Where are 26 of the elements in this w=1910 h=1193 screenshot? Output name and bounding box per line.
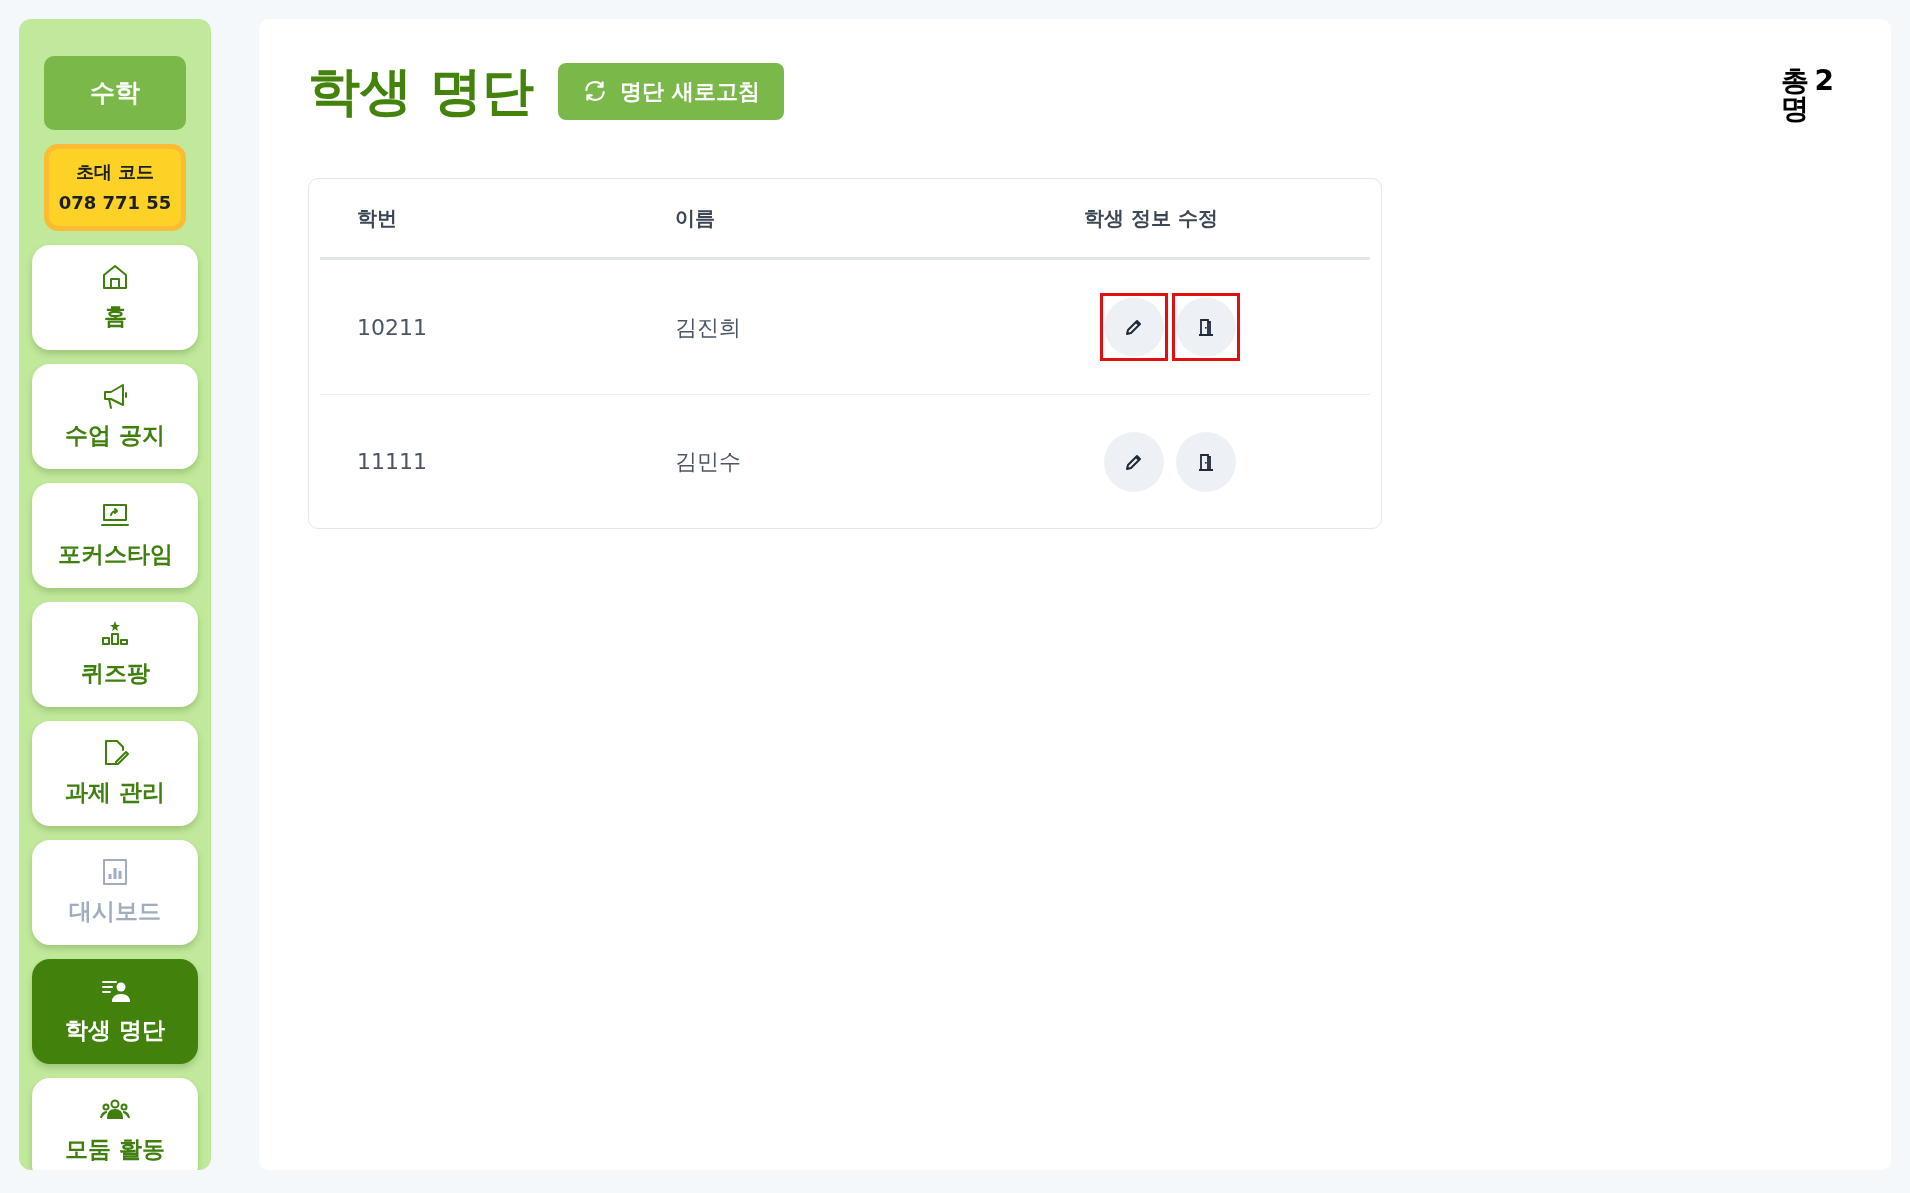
nav-item[interactable]: 수업 공지 [32,364,198,470]
subject-label: 수학 [44,56,186,130]
total-count: 2 [1814,67,1834,95]
nav-item[interactable]: 퀴즈팡 [32,602,198,708]
nav-item[interactable]: 학생 명단 [32,959,198,1065]
nav-item[interactable]: 모둠 활동 [32,1078,198,1170]
student-name: 김진희 [675,313,742,342]
column-header: 학번 [357,205,398,232]
column-header: 이름 [675,205,716,232]
exit-button[interactable] [1172,293,1240,361]
invite-code: 078 771 55 [57,190,173,215]
nav-item[interactable]: 포커스타임 [32,483,198,589]
pencil-icon [1124,317,1144,337]
total-label: 총 [1780,67,1809,95]
page-title: 학생 명단 [308,59,535,123]
door-icon [1196,451,1216,472]
column-header: 학생 정보 수정 [1084,205,1219,232]
edit-button[interactable] [1100,293,1168,361]
nav-item[interactable]: 과제 관리 [32,721,198,827]
invite-label: 초대 코드 [74,160,156,184]
student-id: 10211 [357,313,428,342]
student-name: 김민수 [675,448,742,476]
door-icon [1196,317,1216,337]
student-id: 11111 [357,448,428,476]
nav-item[interactable]: 홈 [32,245,198,351]
total-unit: 명 [1780,95,1809,123]
